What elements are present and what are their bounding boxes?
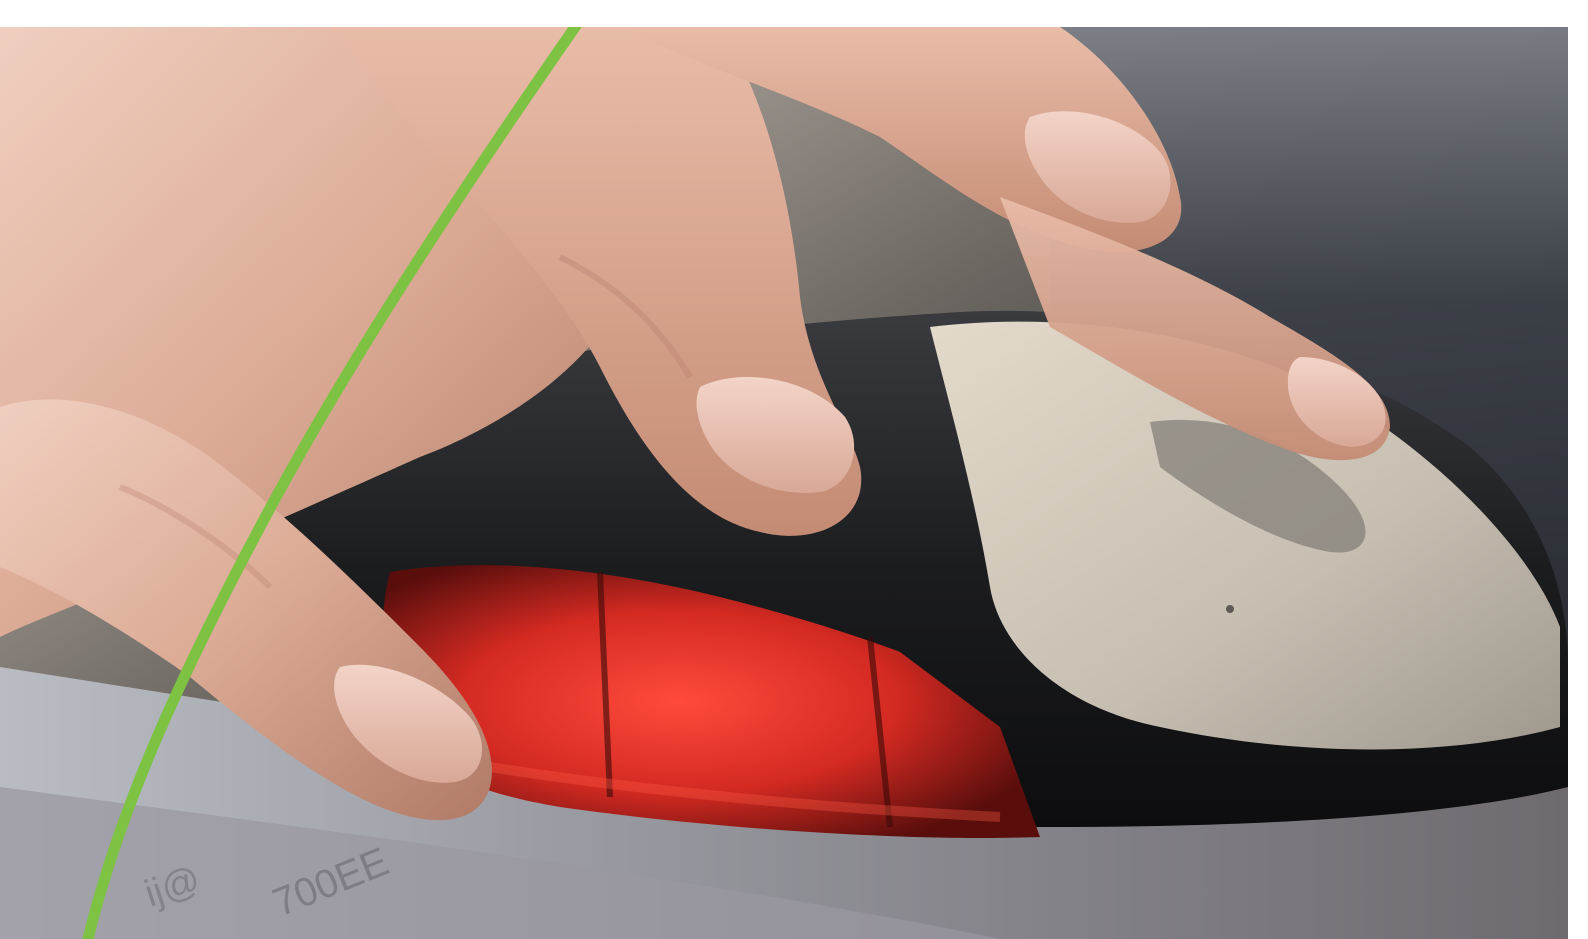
top-margin bbox=[0, 0, 1588, 27]
right-margin bbox=[1568, 0, 1588, 939]
mouse-photo: ij@ 700EE bbox=[0, 27, 1568, 939]
page: ij@ 700EE bbox=[0, 0, 1588, 939]
